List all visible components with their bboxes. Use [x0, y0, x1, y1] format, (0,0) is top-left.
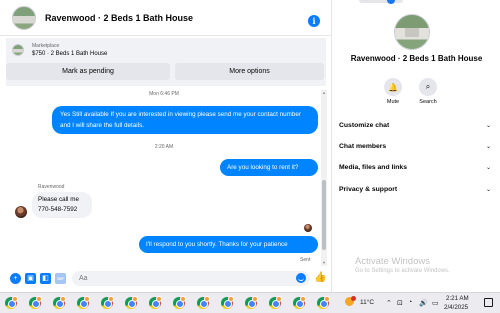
details-title: Ravenwood · 2 Beds 1 Bath House — [350, 54, 483, 63]
sender-avatar[interactable] — [15, 206, 27, 218]
mark-as-pending-button[interactable]: Mark as pending — [6, 63, 170, 80]
incoming-message[interactable]: Please call me 770-548-7592 — [32, 192, 92, 218]
chrome-taskbar-icon[interactable] — [316, 296, 330, 310]
section-chat-members[interactable]: Chat members ⌄ — [339, 139, 491, 153]
network-icon[interactable]: ⊡ — [397, 299, 403, 307]
section-label: Privacy & support — [339, 185, 398, 193]
marketplace-card: Marketplace $750 · 2 Beds 1 Bath House M… — [6, 38, 326, 86]
chrome-taskbar-icon[interactable] — [292, 296, 306, 310]
scroll-up-arrow[interactable]: ▲ — [321, 90, 327, 96]
message-input[interactable] — [72, 271, 310, 286]
toolbar-dot[interactable] — [387, 0, 395, 4]
emoji-icon[interactable] — [296, 273, 306, 283]
chrome-taskbar-icon[interactable] — [76, 296, 90, 310]
chevron-down-icon: ⌄ — [485, 143, 491, 150]
chrome-taskbar-icon[interactable] — [100, 296, 114, 310]
composer-bar: + ▣ ◧ GIF 👍 — [0, 266, 332, 290]
chrome-taskbar-icon[interactable] — [148, 296, 162, 310]
weather-icon[interactable] — [345, 296, 356, 307]
scroll-thumb[interactable] — [322, 180, 326, 250]
search-action[interactable]: ⌕ Search — [410, 78, 446, 105]
section-privacy-support[interactable]: Privacy & support ⌄ — [339, 182, 491, 196]
listing-avatar[interactable] — [12, 5, 36, 30]
section-label: Chat members — [339, 142, 387, 150]
bell-icon[interactable]: 🔔 — [384, 78, 402, 96]
mute-label: Mute — [386, 99, 400, 105]
message-scrollbar[interactable]: ▲ ▼ — [321, 90, 327, 266]
outgoing-message[interactable]: I'll respond to you shortly. Thanks for … — [139, 236, 318, 253]
info-icon[interactable]: i — [308, 15, 320, 27]
more-options-button[interactable]: More options — [175, 63, 324, 80]
clock-date[interactable]: 2/4/2025 — [444, 304, 468, 311]
thumbs-up-icon[interactable]: 👍 — [314, 272, 326, 283]
listing-photo[interactable] — [394, 14, 430, 50]
chrome-taskbar-icon[interactable] — [124, 296, 138, 310]
notification-center-icon[interactable] — [484, 298, 493, 307]
search-label: Search — [419, 99, 437, 105]
outgoing-message[interactable]: Are you looking to rent it? — [220, 159, 318, 176]
activate-windows-title: Activate Windows — [355, 256, 430, 267]
section-media-files-links[interactable]: Media, files and links ⌄ — [339, 160, 491, 174]
chevron-down-icon: ⌄ — [485, 186, 491, 193]
battery-icon[interactable]: ▭ — [432, 299, 439, 307]
search-icon[interactable]: ⌕ — [419, 78, 437, 96]
chrome-taskbar-icon[interactable] — [4, 296, 18, 310]
chat-header: Ravenwood · 2 Beds 1 Bath House i — [0, 0, 332, 36]
volume-icon[interactable]: 🔊 — [419, 299, 428, 307]
timestamp: 2:20 AM — [154, 144, 174, 150]
photo-icon[interactable]: ▣ — [25, 272, 36, 284]
sender-name: Ravenwood — [38, 184, 65, 190]
section-label: Media, files and links — [339, 163, 407, 171]
chevron-down-icon: ⌄ — [485, 164, 491, 171]
plus-icon[interactable]: + — [10, 272, 21, 284]
temperature[interactable]: 11°C — [360, 299, 374, 306]
sent-status: Sent — [300, 257, 311, 263]
chrome-taskbar-icon[interactable] — [244, 296, 258, 310]
marketplace-label: Marketplace — [32, 43, 60, 49]
chevron-down-icon: ⌄ — [485, 122, 491, 129]
chevron-up-icon[interactable]: ⌃ — [386, 299, 392, 307]
outgoing-message[interactable]: Yes Still available If you are intereste… — [52, 106, 318, 134]
seen-avatar — [304, 224, 312, 232]
listing-thumbnail[interactable] — [12, 44, 24, 56]
chrome-taskbar-icon[interactable] — [268, 296, 282, 310]
chrome-taskbar-icon[interactable] — [196, 296, 210, 310]
sticker-icon[interactable]: ◧ — [40, 272, 51, 284]
timestamp: Mon 6:46 PM — [149, 91, 179, 97]
chat-title[interactable]: Ravenwood · 2 Beds 1 Bath House — [45, 13, 193, 23]
clock-time[interactable]: 2:21 AM — [446, 295, 469, 302]
chrome-taskbar-icon[interactable] — [172, 296, 186, 310]
message-list: Mon 6:46 PM Yes Still available If you a… — [0, 88, 332, 266]
wifi-icon[interactable]: ◔ — [408, 299, 412, 306]
section-customize-chat[interactable]: Customize chat ⌄ — [339, 118, 491, 132]
mute-action[interactable]: 🔔 Mute — [375, 78, 411, 105]
chrome-taskbar-icon[interactable] — [220, 296, 234, 310]
chat-pane: Ravenwood · 2 Beds 1 Bath House i Market… — [0, 0, 332, 292]
conversation-details-pane: Ravenwood · 2 Beds 1 Bath House 🔔 Mute ⌕… — [333, 0, 500, 292]
chrome-taskbar-icon[interactable] — [52, 296, 66, 310]
listing-price-title[interactable]: $750 · 2 Beds 1 Bath House — [32, 51, 107, 57]
section-label: Customize chat — [339, 121, 390, 129]
gif-icon[interactable]: GIF — [55, 272, 66, 284]
top-toolbar-strip — [359, 0, 403, 4]
chrome-taskbar-icon[interactable] — [28, 296, 42, 310]
activate-windows-subtitle: Go to Settings to activate Windows. — [355, 268, 450, 274]
